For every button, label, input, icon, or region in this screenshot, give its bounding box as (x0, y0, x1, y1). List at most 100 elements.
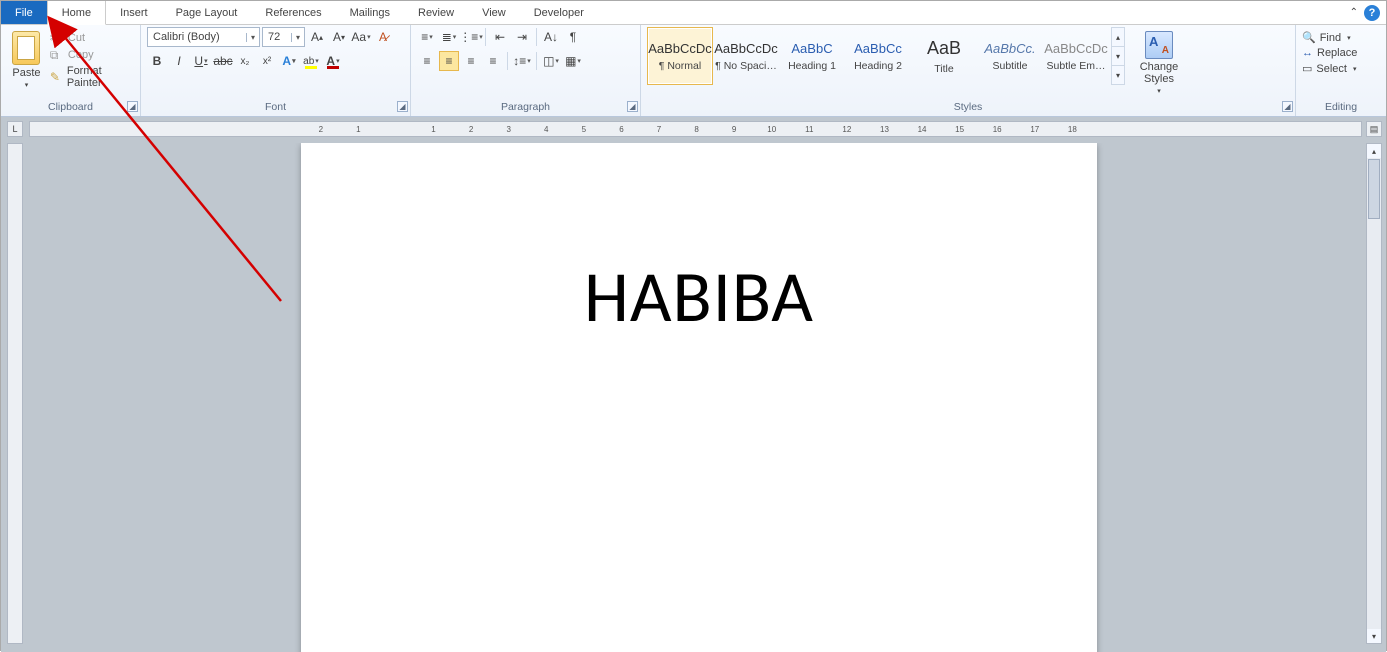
tab-home[interactable]: Home (47, 1, 106, 25)
decrease-indent-button[interactable]: ⇤ (490, 27, 510, 47)
sort-button[interactable]: A↓ (541, 27, 561, 47)
align-center-button[interactable]: ≡ (439, 51, 459, 71)
replace-icon (1302, 47, 1313, 59)
tab-insert[interactable]: Insert (106, 1, 162, 24)
font-name-combo[interactable]: Calibri (Body)▾ (147, 27, 260, 47)
style-name: Heading 1 (788, 60, 836, 72)
select-icon (1302, 62, 1312, 75)
replace-label: Replace (1317, 47, 1357, 59)
grow-font-button[interactable]: A▴ (307, 27, 327, 47)
clipboard-dialog-launcher[interactable]: ◢ (127, 101, 138, 112)
font-group-label: Font (147, 99, 404, 116)
scroll-up[interactable]: ▴ (1367, 144, 1381, 158)
line-spacing-button[interactable]: ↕≡▾ (512, 51, 532, 71)
style-name: Heading 2 (854, 60, 902, 72)
bold-button[interactable]: B (147, 51, 167, 71)
horizontal-ruler[interactable]: 21123456789101112131415161718 (29, 121, 1362, 137)
style-name: Subtitle (992, 60, 1027, 72)
ribbon-tabs: File Home Insert Page Layout References … (1, 1, 1386, 25)
change-styles-button[interactable]: Change Styles ▾ (1135, 27, 1183, 95)
styles-row-down[interactable]: ▾ (1112, 47, 1124, 66)
tab-selector[interactable]: L (7, 121, 23, 137)
styles-group-label: Styles (647, 99, 1289, 116)
change-styles-label: Change Styles (1135, 61, 1183, 85)
style-subtitle[interactable]: AaBbCc.Subtitle (977, 27, 1043, 85)
find-button[interactable]: Find▾ (1302, 31, 1357, 44)
document-viewport[interactable]: HABIBA (29, 143, 1362, 652)
style-heading-1[interactable]: AaBbC Heading 1 (779, 27, 845, 85)
tab-review[interactable]: Review (404, 1, 468, 24)
bullets-button[interactable]: ≡▾ (417, 27, 437, 47)
shading-button[interactable]: ◫▾ (541, 51, 561, 71)
italic-button[interactable]: I (169, 51, 189, 71)
font-color-button[interactable]: A▾ (323, 51, 343, 71)
cut-button[interactable]: Cut (50, 31, 134, 45)
tab-file[interactable]: File (1, 1, 47, 24)
tab-page-layout[interactable]: Page Layout (162, 1, 252, 24)
tab-mailings[interactable]: Mailings (336, 1, 404, 24)
scissors-icon (50, 31, 64, 45)
align-right-button[interactable]: ≡ (461, 51, 481, 71)
underline-button[interactable]: U▾ (191, 51, 211, 71)
find-label: Find (1320, 32, 1341, 44)
style-sample: AaBbCcDc (714, 41, 778, 56)
style-sample: AaBbCc (854, 41, 902, 56)
editing-group-label: Editing (1302, 99, 1380, 116)
style-sample: AaB (927, 38, 961, 59)
style-no-spacing[interactable]: AaBbCcDc¶ No Spaci… (713, 27, 779, 85)
styles-scroller: ▴ ▾ ▾ (1111, 27, 1125, 85)
increase-indent-button[interactable]: ⇥ (512, 27, 532, 47)
font-name-value: Calibri (Body) (148, 31, 246, 43)
show-hide-button[interactable]: ¶ (563, 27, 583, 47)
tab-references[interactable]: References (251, 1, 335, 24)
style-normal[interactable]: AaBbCcDc ¶ Normal (647, 27, 713, 85)
paragraph-dialog-launcher[interactable]: ◢ (627, 101, 638, 112)
styles-expand[interactable]: ▾ (1112, 66, 1124, 84)
format-painter-label: Format Painter (67, 65, 134, 89)
scroll-down[interactable]: ▾ (1367, 629, 1381, 643)
change-case-button[interactable]: Aa▾ (351, 27, 371, 47)
vertical-ruler[interactable] (7, 143, 23, 644)
multilevel-list-button[interactable]: ⋮≡▾ (461, 27, 481, 47)
text-effects-button[interactable]: A▾ (279, 51, 299, 71)
justify-button[interactable]: ≡ (483, 51, 503, 71)
font-dialog-launcher[interactable]: ◢ (397, 101, 408, 112)
paste-button[interactable]: Paste ▾ (7, 27, 46, 89)
minimize-ribbon-icon[interactable]: ⌃ (1350, 7, 1358, 18)
document-text[interactable]: HABIBA (301, 253, 1097, 341)
replace-button[interactable]: Replace (1302, 47, 1357, 59)
style-sample: AaBbC (791, 41, 832, 56)
styles-row-up[interactable]: ▴ (1112, 28, 1124, 47)
scroll-thumb[interactable] (1368, 159, 1380, 219)
styles-dialog-launcher[interactable]: ◢ (1282, 101, 1293, 112)
numbering-button[interactable]: ≣▾ (439, 27, 459, 47)
ruler-toggle[interactable]: ▤ (1366, 121, 1382, 137)
group-font: Calibri (Body)▾ 72▾ A▴ A▾ Aa▾ A̷ B I U▾ … (141, 25, 411, 116)
align-left-button[interactable]: ≡ (417, 51, 437, 71)
style-sample: AaBbCcDc (648, 41, 712, 56)
style-name: ¶ Normal (659, 60, 701, 72)
copy-button[interactable]: Copy (50, 48, 134, 62)
style-sample: AaBbCcDc (1044, 41, 1108, 56)
format-painter-button[interactable]: Format Painter (50, 65, 134, 89)
select-button[interactable]: Select▾ (1302, 62, 1357, 75)
style-heading-2[interactable]: AaBbCc Heading 2 (845, 27, 911, 85)
vertical-scrollbar[interactable]: ▴ ▾ (1366, 143, 1382, 644)
clear-formatting-button[interactable]: A̷ (373, 27, 393, 47)
strikethrough-button[interactable]: abc (213, 51, 233, 71)
highlight-button[interactable]: ab▾ (301, 51, 321, 71)
page[interactable]: HABIBA (301, 143, 1097, 652)
borders-button[interactable]: ▦▾ (563, 51, 583, 71)
subscript-button[interactable]: x₂ (235, 51, 255, 71)
tab-developer[interactable]: Developer (520, 1, 598, 24)
font-size-combo[interactable]: 72▾ (262, 27, 305, 47)
superscript-button[interactable]: x² (257, 51, 277, 71)
help-icon[interactable]: ? (1364, 5, 1380, 21)
style-title[interactable]: AaBTitle (911, 27, 977, 85)
chevron-down-icon[interactable]: ▾ (246, 33, 259, 42)
chevron-down-icon[interactable]: ▾ (291, 33, 304, 42)
style-subtle-emphasis[interactable]: AaBbCcDcSubtle Em… (1043, 27, 1109, 85)
shrink-font-button[interactable]: A▾ (329, 27, 349, 47)
tab-view[interactable]: View (468, 1, 520, 24)
paste-label: Paste (12, 67, 40, 79)
